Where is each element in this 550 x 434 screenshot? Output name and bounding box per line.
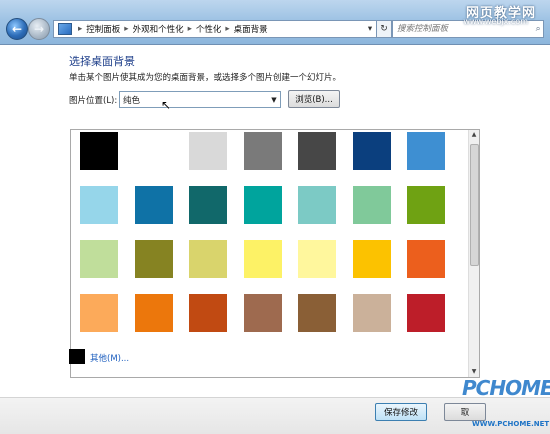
- picture-location-select[interactable]: 纯色 ▼: [119, 91, 281, 108]
- color-swatch[interactable]: [298, 132, 336, 170]
- color-swatch[interactable]: [80, 294, 118, 332]
- color-swatch[interactable]: [352, 186, 391, 224]
- mouse-cursor-icon: ↖: [161, 98, 172, 112]
- pchome-logo: PCHOME: [462, 376, 550, 400]
- breadcrumb-personalization[interactable]: 个性化: [194, 23, 224, 35]
- color-swatch[interactable]: [134, 132, 173, 170]
- color-swatch[interactable]: [189, 294, 227, 332]
- browse-button[interactable]: 浏览(B)...: [288, 90, 340, 108]
- address-bar[interactable]: ▸ 控制面板 ▸ 外观和个性化 ▸ 个性化 ▸ 桌面背景 ▾: [53, 20, 377, 38]
- main-content: 选择桌面背景 单击某个图片使其成为您的桌面背景，或选择多个图片创建一个幻灯片。 …: [0, 45, 550, 397]
- title-bar: ← → ▸ 控制面板 ▸ 外观和个性化 ▸ 个性化 ▸ 桌面背景 ▾ ↻ ⌕ 网…: [0, 0, 550, 45]
- search-icon[interactable]: ⌕: [533, 24, 543, 34]
- color-gallery: ▲ ▼: [70, 129, 480, 378]
- breadcrumb-separator[interactable]: ▸: [76, 24, 84, 34]
- breadcrumb-separator[interactable]: ▸: [223, 24, 231, 34]
- color-swatch[interactable]: [189, 132, 227, 170]
- cancel-button[interactable]: 取: [444, 403, 486, 421]
- color-swatch[interactable]: [189, 240, 227, 278]
- arrow-left-icon: ←: [11, 22, 23, 36]
- other-color-swatch[interactable]: [69, 349, 85, 364]
- color-swatch[interactable]: [298, 240, 336, 278]
- color-swatch[interactable]: [352, 132, 391, 170]
- gallery-scrollbar[interactable]: ▲ ▼: [468, 130, 479, 377]
- color-swatch[interactable]: [80, 132, 118, 170]
- color-swatch[interactable]: [407, 240, 445, 278]
- color-swatch[interactable]: [407, 186, 445, 224]
- breadcrumb-desktop-background[interactable]: 桌面背景: [232, 23, 270, 35]
- save-changes-button[interactable]: 保存修改: [375, 403, 427, 421]
- other-colors-link[interactable]: 其他(M)...: [90, 352, 129, 364]
- pchome-url: WWW.PCHOME.NET: [472, 420, 550, 428]
- color-swatch[interactable]: [243, 186, 282, 224]
- refresh-icon: ↻: [380, 24, 388, 34]
- control-panel-icon: [58, 23, 72, 35]
- forward-button[interactable]: →: [28, 18, 50, 40]
- color-swatch[interactable]: [134, 240, 173, 278]
- chevron-down-icon[interactable]: ▼: [268, 96, 280, 104]
- back-button[interactable]: ←: [6, 18, 28, 40]
- color-swatch[interactable]: [134, 186, 173, 224]
- breadcrumb-separator[interactable]: ▸: [122, 24, 130, 34]
- chevron-down-icon[interactable]: ▾: [364, 24, 376, 34]
- breadcrumb-separator[interactable]: ▸: [186, 24, 194, 34]
- picture-location-label: 图片位置(L):: [69, 96, 118, 106]
- color-swatch[interactable]: [189, 186, 227, 224]
- color-swatch[interactable]: [407, 294, 445, 332]
- arrow-right-icon: →: [33, 22, 45, 36]
- footer-bar: PCHOME 保存修改 取 WWW.PCHOME.NET: [0, 376, 550, 434]
- color-swatch[interactable]: [352, 294, 391, 332]
- color-swatch[interactable]: [243, 132, 282, 170]
- page-description: 单击某个图片使其成为您的桌面背景，或选择多个图片创建一个幻灯片。: [69, 73, 342, 83]
- color-swatch[interactable]: [80, 240, 118, 278]
- breadcrumb-control-panel[interactable]: 控制面板: [84, 23, 122, 35]
- page-title: 选择桌面背景: [69, 55, 135, 68]
- scrollbar-thumb[interactable]: [470, 144, 479, 266]
- scroll-up-icon[interactable]: ▲: [469, 130, 479, 140]
- color-swatch[interactable]: [298, 294, 336, 332]
- color-swatch[interactable]: [352, 240, 391, 278]
- refresh-button[interactable]: ↻: [377, 20, 392, 38]
- color-swatch[interactable]: [298, 186, 336, 224]
- watermark-url: www.webjx.com: [463, 17, 528, 26]
- picture-location-value: 纯色: [123, 95, 141, 106]
- color-swatch[interactable]: [243, 240, 282, 278]
- color-swatch[interactable]: [243, 294, 282, 332]
- color-swatch[interactable]: [134, 294, 173, 332]
- color-swatch[interactable]: [80, 186, 118, 224]
- breadcrumb-appearance[interactable]: 外观和个性化: [131, 23, 186, 35]
- color-swatch[interactable]: [407, 132, 445, 170]
